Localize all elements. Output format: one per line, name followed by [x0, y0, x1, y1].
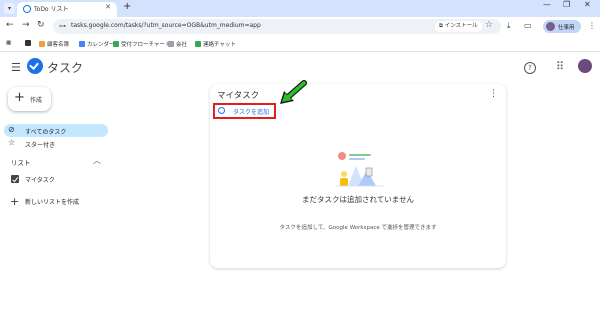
tab-search-icon[interactable]: ▾: [4, 3, 15, 14]
bookmark-item[interactable]: 受付フローチャート: [113, 40, 170, 48]
bookmarks-bar: ▦ 顧客名簿 カレンダー 受付フローチャート 会社 連絡チャット: [0, 37, 600, 52]
collapse-lists-icon[interactable]: ︿: [93, 155, 101, 166]
sidebar-item-label: マイタスク: [25, 177, 55, 184]
star-icon: ☆: [8, 138, 16, 147]
close-window-icon[interactable]: ✕: [584, 0, 591, 9]
download-icon[interactable]: ⤓: [507, 21, 511, 31]
help-icon[interactable]: ?: [524, 62, 536, 74]
minimize-icon[interactable]: —: [543, 0, 551, 9]
bookmark-icon: [113, 41, 119, 47]
apps-grid-icon[interactable]: ▦: [6, 40, 11, 46]
profile-label: 仕事用: [558, 25, 575, 31]
create-button[interactable]: + 作成: [8, 87, 51, 111]
sidebar-item-my-tasks[interactable]: マイタスク: [4, 172, 108, 185]
bookmark-icon: [79, 41, 85, 47]
bookmark-item[interactable]: 連絡チャット: [195, 40, 236, 48]
empty-state-illustration: [336, 152, 384, 187]
sidebar-item-label: すべてのタスク: [25, 129, 67, 136]
sidebar-item-starred[interactable]: ☆ スター付き: [4, 137, 108, 150]
empty-state-description: タスクを追加して、Google Workspace で進捗を管理できます: [279, 225, 437, 231]
site-info-icon[interactable]: ⊶: [59, 22, 66, 30]
add-task-icon: [218, 107, 225, 114]
create-new-list-button[interactable]: 新しいリストを作成: [4, 194, 108, 207]
forward-icon[interactable]: →: [22, 20, 30, 30]
account-avatar[interactable]: [578, 59, 592, 73]
main-menu-icon[interactable]: ☰: [11, 61, 21, 74]
profile-button[interactable]: 仕事用: [543, 20, 581, 33]
browser-tab-strip: ▾ ToDo リスト ✕ + — ❐ ✕: [0, 0, 600, 17]
bookmark-item[interactable]: 顧客名簿: [39, 40, 69, 48]
add-task-label: タスクを追加: [233, 109, 270, 116]
screen: ▾ ToDo リスト ✕ + — ❐ ✕ ← → ↻ ⊶ tasks.googl…: [0, 0, 600, 332]
bookmark-label: カレンダー: [87, 42, 115, 48]
profile-avatar: [546, 22, 555, 31]
empty-state-title: まだタスクは追加されていません: [301, 195, 415, 204]
sidebar-item-label: スター付き: [25, 142, 56, 149]
reload-icon[interactable]: ↻: [37, 20, 45, 30]
bookmark-icon: [195, 41, 201, 47]
browser-tab[interactable]: ToDo リスト ✕: [17, 2, 117, 17]
google-apps-icon[interactable]: ⠿: [556, 60, 564, 73]
address-bar[interactable]: ⊶ tasks.google.com/tasks/?utm_source=OGB…: [53, 19, 501, 34]
maximize-icon[interactable]: ❐: [563, 0, 570, 9]
bookmark-label: 会社: [176, 42, 188, 48]
bookmark-site-icon[interactable]: [25, 40, 33, 47]
sidebar-item-all-tasks[interactable]: ⊘ すべてのタスク: [4, 124, 108, 137]
sidepanel-icon[interactable]: ▭: [524, 21, 532, 30]
install-button[interactable]: ⧉ インストール: [435, 21, 482, 32]
bookmark-icon: [168, 41, 174, 47]
app-title: タスク: [47, 61, 84, 75]
more-options-icon[interactable]: ⋮: [489, 89, 498, 99]
browser-toolbar: ← → ↻ ⊶ tasks.google.com/tasks/?utm_sour…: [0, 17, 600, 37]
close-tab-icon[interactable]: ✕: [105, 3, 111, 11]
bookmark-star-icon[interactable]: ☆: [485, 20, 493, 30]
new-tab-icon[interactable]: +: [123, 1, 131, 12]
plus-icon: +: [14, 90, 25, 105]
new-list-label: 新しいリストを作成: [25, 199, 80, 206]
bookmark-item[interactable]: 会社: [168, 40, 187, 48]
back-icon[interactable]: ←: [6, 20, 14, 30]
install-label: インストール: [444, 23, 478, 29]
add-task-button[interactable]: タスクを追加: [213, 103, 276, 119]
bookmark-label: 受付フローチャート: [121, 42, 171, 48]
tab-title: ToDo リスト: [34, 6, 69, 13]
annotation-arrow-icon: [280, 80, 307, 104]
bookmark-item[interactable]: カレンダー: [79, 40, 115, 48]
lists-heading: リスト: [11, 159, 31, 167]
bookmark-icon: [39, 41, 45, 47]
tasks-favicon-icon: [23, 5, 31, 13]
tasks-logo-icon: [27, 58, 43, 74]
task-list-card: マイタスク ⋮ タスクを追加 まだタスクは追加されていません タスクを追加して、…: [210, 84, 506, 268]
bookmark-label: 顧客名簿: [47, 42, 70, 48]
url-text: tasks.google.com/tasks/?utm_source=OGB&u…: [71, 22, 261, 29]
list-visibility-checkbox[interactable]: [11, 175, 19, 183]
browser-menu-icon[interactable]: ⋮: [588, 21, 596, 30]
list-title: マイタスク: [217, 91, 260, 101]
check-circle-icon: ⊘: [8, 125, 15, 134]
bookmark-label: 連絡チャット: [203, 42, 236, 48]
create-label: 作成: [30, 97, 43, 104]
